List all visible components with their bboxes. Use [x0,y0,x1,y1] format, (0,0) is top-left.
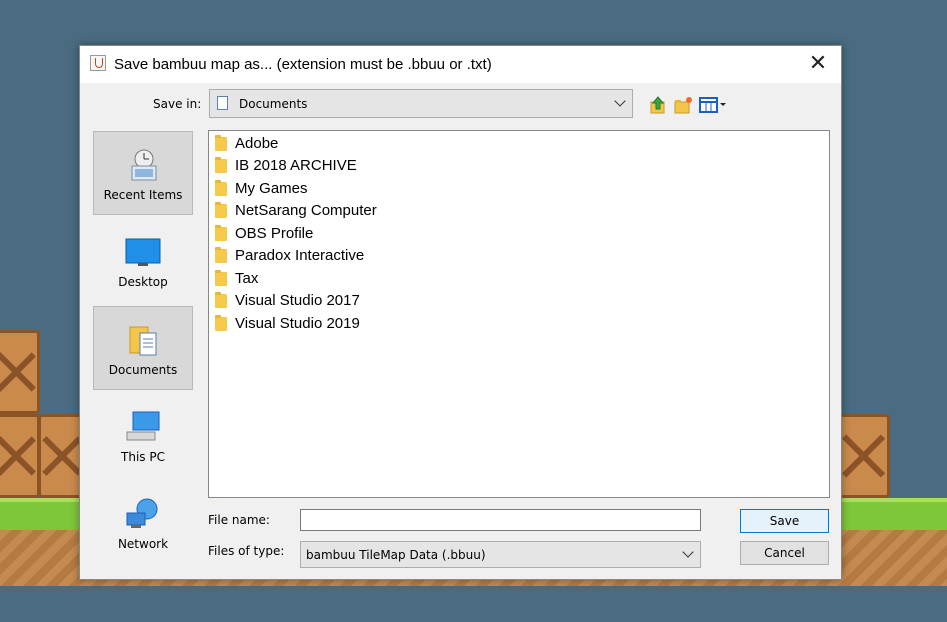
folder-icon [215,247,227,263]
this-pc-icon [125,410,161,444]
place-label: Network [117,537,169,551]
file-name-input[interactable] [300,509,701,531]
crate [838,414,890,498]
save-in-label: Save in: [153,97,202,111]
recent-items-icon [126,148,162,182]
place-label: This PC [121,450,165,464]
save-in-dropdown[interactable]: Documents [209,89,633,118]
folder-icon [215,180,227,196]
cancel-button[interactable]: Cancel [740,541,829,565]
crate [0,330,40,414]
chevron-down-icon [614,95,626,107]
folder-icon [215,292,227,308]
place-label: Desktop [118,275,168,289]
file-name: Tax [235,270,259,287]
desktop-icon [125,235,161,269]
files-of-type-dropdown[interactable]: bambuu TileMap Data (.bbuu) [300,541,701,568]
create-new-folder-icon[interactable] [673,95,693,115]
view-menu-icon[interactable] [699,95,729,115]
folder-icon [215,157,227,173]
place-this-pc[interactable]: This PC [93,394,193,478]
folder-icon [215,270,227,286]
java-app-icon [90,55,106,71]
save-in-value: Documents [239,97,308,111]
file-name: IB 2018 ARCHIVE [235,157,357,174]
up-one-level-icon[interactable] [648,95,668,115]
folder-icon [215,202,227,218]
files-of-type-value: bambuu TileMap Data (.bbuu) [306,548,486,562]
close-button[interactable]: ✕ [795,46,841,83]
dialog-title: Save bambuu map as... (extension must be… [114,56,492,73]
chevron-down-icon [682,546,694,558]
file-list[interactable]: Adobe IB 2018 ARCHIVE My Games NetSarang… [208,130,830,498]
documents-small-icon [217,96,228,110]
file-name: Visual Studio 2017 [235,292,360,309]
title-bar: Save bambuu map as... (extension must be… [80,46,841,83]
place-label: Recent Items [103,188,183,202]
folder-icon [215,315,227,331]
save-dialog: Save bambuu map as... (extension must be… [79,45,842,580]
file-name: OBS Profile [235,225,314,242]
network-icon [125,497,161,531]
file-name: Paradox Interactive [235,247,365,264]
folder-icon [215,135,227,151]
file-name-label: File name: [208,513,270,527]
save-button[interactable]: Save [740,509,829,533]
places-bar: Recent Items Desktop Documents This PC N… [93,130,196,571]
crate [0,414,40,498]
file-name: NetSarang Computer [235,202,377,219]
folder-icon [215,225,227,241]
place-recent-items[interactable]: Recent Items [93,131,193,215]
file-name: My Games [235,180,308,197]
place-label: Documents [108,363,178,377]
place-documents[interactable]: Documents [93,306,193,390]
place-network[interactable]: Network [93,481,193,565]
file-name: Adobe [235,135,279,152]
documents-icon [126,323,162,357]
file-name: Visual Studio 2019 [235,315,360,332]
files-of-type-label: Files of type: [208,544,285,558]
place-desktop[interactable]: Desktop [93,219,193,303]
